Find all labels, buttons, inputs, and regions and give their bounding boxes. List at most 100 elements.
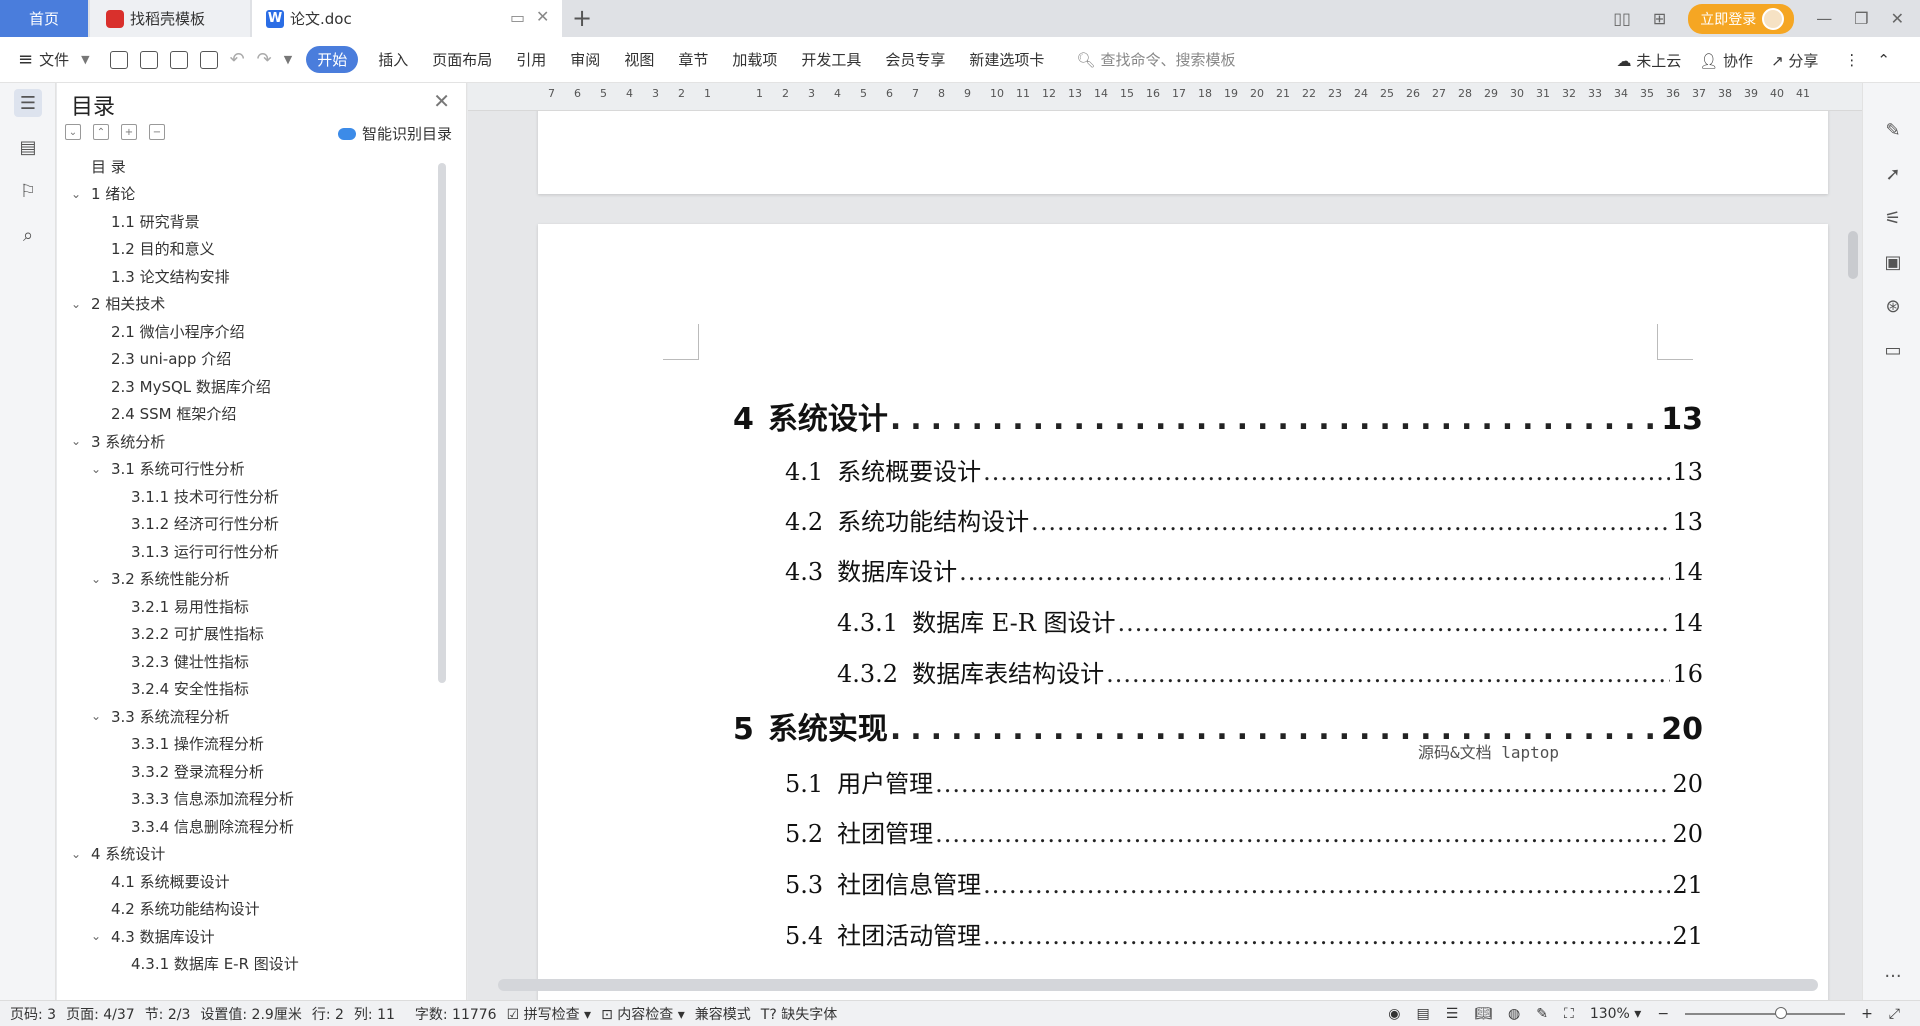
file-menu[interactable]: 文件 xyxy=(39,49,69,70)
tab-home[interactable]: 首页 xyxy=(0,0,88,37)
collab-button[interactable]: 👤︎ 协作 xyxy=(1699,50,1753,71)
ribbon-tab-insert[interactable]: 插入 xyxy=(378,49,408,70)
toc-pane-item[interactable]: ⌄ 3.1 系统可行性分析 xyxy=(91,456,245,482)
compass-icon[interactable]: ⊛ xyxy=(1882,295,1904,317)
ribbon-tab-developer[interactable]: 开发工具 xyxy=(801,49,861,70)
chevron-down-icon[interactable]: ⌄ xyxy=(71,297,85,311)
reading-mode-icon[interactable]: ▯▯ xyxy=(1613,9,1631,28)
toc-pane-item[interactable]: 2.3 uni-app 介绍 xyxy=(111,346,231,372)
doc-toc-line[interactable]: 5.1 用户管理 20 xyxy=(785,764,1703,799)
toc-pane-item[interactable]: ⌄ 3 系统分析 xyxy=(71,428,165,454)
toc-pane-item[interactable]: 1.2 目的和意义 xyxy=(111,236,215,262)
select-cursor-icon[interactable]: ➚ xyxy=(1882,163,1904,185)
chevron-down-icon[interactable]: ⌄ xyxy=(91,462,105,476)
tab-template[interactable]: 找稻壳模板 xyxy=(90,0,250,37)
minimize-icon[interactable]: — xyxy=(1816,9,1832,28)
doc-toc-line[interactable]: 5.2 社团管理 20 xyxy=(785,814,1703,849)
restore-icon[interactable]: ❐ xyxy=(1854,9,1868,28)
toc-pane-item[interactable]: 4.2 系统功能结构设计 xyxy=(111,896,260,922)
add-heading-icon[interactable]: + xyxy=(121,124,137,140)
doc-toc-line[interactable]: 4.1 系统概要设计 13 xyxy=(785,452,1703,487)
toc-pane-item[interactable]: 4.3.1 数据库 E-R 图设计 xyxy=(131,951,299,977)
doc-toc-line[interactable]: 5.3 社团信息管理 21 xyxy=(785,865,1703,900)
close-window-icon[interactable]: ✕ xyxy=(1891,9,1904,28)
cloud-status[interactable]: ☁ 未上云 xyxy=(1616,50,1681,71)
toc-pane-item[interactable]: 2.3 MySQL 数据库介绍 xyxy=(111,373,271,399)
vertical-scroll-thumb[interactable] xyxy=(1848,231,1858,279)
apps-grid-icon[interactable]: ⊞ xyxy=(1653,9,1666,28)
login-button[interactable]: 立即登录 xyxy=(1688,3,1795,34)
ribbon-tab-member[interactable]: 会员专享 xyxy=(885,49,945,70)
write-mode-icon[interactable]: ✎ xyxy=(1536,1006,1548,1022)
collapse-ribbon-icon[interactable]: ⌃ xyxy=(1877,51,1890,69)
toc-pane-item[interactable]: 3.1.2 经济可行性分析 xyxy=(131,511,279,537)
ribbon-tab-layout[interactable]: 页面布局 xyxy=(432,49,492,70)
command-search[interactable]: 🔍︎ 查找命令、搜索模板 xyxy=(1076,49,1235,70)
ribbon-tab-chapter[interactable]: 章节 xyxy=(678,49,708,70)
missing-font-button[interactable]: T? 缺失字体 xyxy=(761,1004,837,1024)
book-icon[interactable]: ▭ xyxy=(1882,339,1904,361)
toc-pane-item[interactable]: 3.3.2 登录流程分析 xyxy=(131,758,264,784)
image-edit-icon[interactable]: ▣ xyxy=(1882,251,1904,273)
tab-detach-icon[interactable]: ▭ xyxy=(510,8,525,27)
ai-toc-button[interactable]: 智能识别目录 xyxy=(337,123,452,144)
eye-protect-icon[interactable]: ◉ xyxy=(1388,1006,1400,1022)
zoom-out-icon[interactable]: − xyxy=(1657,1006,1669,1022)
toc-pane-item[interactable]: ⌄ 3.3 系统流程分析 xyxy=(91,703,230,729)
toc-pane-item[interactable]: 4.1 系统概要设计 xyxy=(111,868,230,894)
new-tab-icon[interactable]: + xyxy=(572,4,592,32)
zoom-level[interactable]: 130% ▾ xyxy=(1590,1006,1642,1022)
doc-toc-line[interactable]: 4 系统设计 13 xyxy=(733,394,1703,438)
read-view-icon[interactable]: 📖︎ xyxy=(1474,1006,1492,1022)
toc-pane-item[interactable]: 3.2.3 健壮性指标 xyxy=(131,648,249,674)
more-dots-icon[interactable]: ··· xyxy=(1882,965,1904,987)
bookmark-icon[interactable]: ⚐ xyxy=(14,177,42,205)
toc-pane-item[interactable]: 目 录 xyxy=(91,153,126,179)
remove-heading-icon[interactable]: − xyxy=(149,124,165,140)
toc-pane-item[interactable]: 3.2.2 可扩展性指标 xyxy=(131,621,264,647)
toc-pane-item[interactable]: 3.2.4 安全性指标 xyxy=(131,676,249,702)
spell-check-button[interactable]: ☑ 拼写检查 ▾ xyxy=(507,1004,592,1024)
chevron-down-icon[interactable]: ⌄ xyxy=(91,929,105,943)
print-icon[interactable] xyxy=(169,50,188,69)
toc-pane-item[interactable]: ⌄ 2 相关技术 xyxy=(71,291,165,317)
customize-chevron-icon[interactable]: ▼ xyxy=(284,53,292,66)
toc-pane-item[interactable]: ⌄ 3.2 系统性能分析 xyxy=(91,566,230,592)
toc-pane-item[interactable]: 1.3 论文结构安排 xyxy=(111,263,230,289)
navigation-icon[interactable]: ▤ xyxy=(14,133,42,161)
fit-page-icon[interactable]: ⛶ xyxy=(1564,1006,1574,1022)
pen-icon[interactable]: ✎ xyxy=(1882,119,1904,141)
chevron-down-icon[interactable]: ⌄ xyxy=(91,572,105,586)
toc-pane-item[interactable]: 3.3.3 信息添加流程分析 xyxy=(131,786,294,812)
chevron-down-icon[interactable]: ⌄ xyxy=(91,709,105,723)
ribbon-tab-references[interactable]: 引用 xyxy=(516,49,546,70)
status-word-count[interactable]: 字数: 11776 xyxy=(415,1004,497,1024)
doc-toc-line[interactable]: 4.2 系统功能结构设计 13 xyxy=(785,502,1703,537)
doc-toc-line[interactable]: 4.3 数据库设计 14 xyxy=(785,552,1703,587)
export-pdf-icon[interactable] xyxy=(139,50,158,69)
toc-pane-item[interactable]: 3.2.1 易用性指标 xyxy=(131,593,249,619)
toc-pane-item[interactable]: 3.1.1 技术可行性分析 xyxy=(131,483,279,509)
toc-pane-item[interactable]: 2.1 微信小程序介绍 xyxy=(111,318,245,344)
toc-pane-item[interactable]: 3.3.1 操作流程分析 xyxy=(131,731,264,757)
more-icon[interactable]: ⋮ xyxy=(1844,51,1859,69)
zoom-in-icon[interactable]: + xyxy=(1861,1006,1873,1022)
zoom-slider[interactable] xyxy=(1685,1007,1846,1019)
doc-toc-line[interactable]: 4.3.2 数据库表结构设计 16 xyxy=(837,654,1703,689)
format-settings-icon[interactable]: ⚟ xyxy=(1882,207,1904,229)
ribbon-tab-view[interactable]: 视图 xyxy=(624,49,654,70)
undo-icon[interactable]: ↶ xyxy=(230,49,245,70)
toc-pane-item[interactable]: 3.1.3 运行可行性分析 xyxy=(131,538,279,564)
chevron-down-icon[interactable]: ▼ xyxy=(81,53,89,66)
toc-pane-item[interactable]: 3.3.4 信息删除流程分析 xyxy=(131,813,294,839)
share-button[interactable]: ↗ 分享 xyxy=(1771,50,1818,71)
content-check-button[interactable]: ⊡ 内容检查 ▾ xyxy=(601,1004,685,1024)
fullscreen-icon[interactable]: ⤢ xyxy=(1889,1006,1900,1022)
current-page[interactable]: 4 系统设计 13 4.1 系统概要设计 13 4.2 系统功能结构设计 13 4.3 数据库设计 1… xyxy=(538,224,1828,1000)
save-icon[interactable] xyxy=(109,50,128,69)
doc-toc-line[interactable]: 5.4 社团活动管理 21 xyxy=(785,916,1703,951)
chevron-down-icon[interactable]: ⌄ xyxy=(71,847,85,861)
toc-pane-item[interactable]: ⌄ 4.3 数据库设计 xyxy=(91,923,215,949)
toc-pane-item[interactable]: 2.4 SSM 框架介绍 xyxy=(111,401,236,427)
toc-pane-item[interactable]: ⌄ 4 系统设计 xyxy=(71,841,165,867)
